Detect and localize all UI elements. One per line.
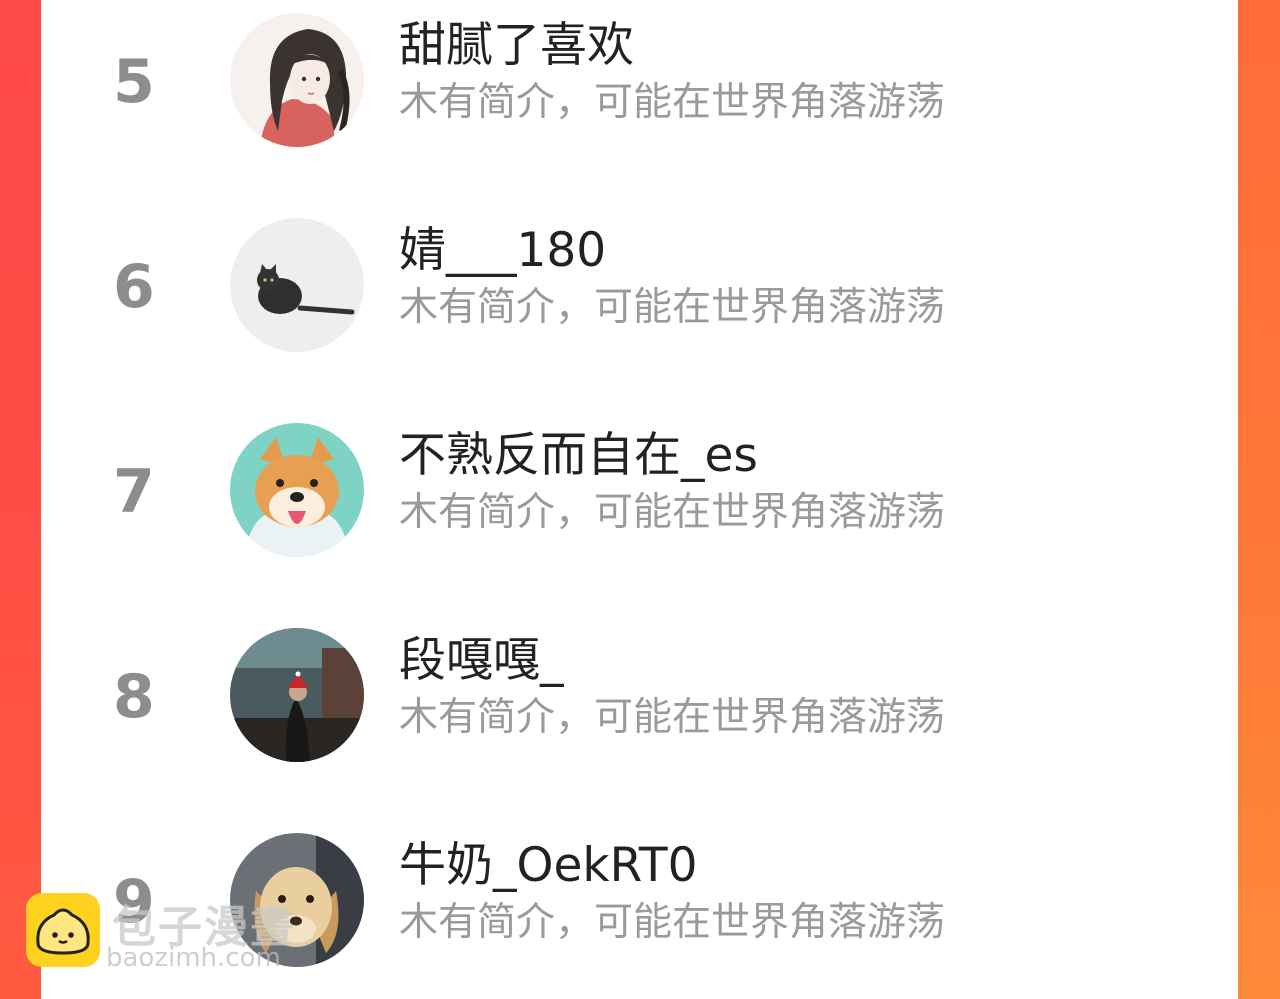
right-border xyxy=(1238,0,1280,999)
user-name[interactable]: 甜腻了喜欢 xyxy=(399,20,634,72)
user-name[interactable]: 婧___180 xyxy=(399,225,606,277)
user-bio: 木有简介，可能在世界角落游荡 xyxy=(399,80,946,125)
user-bio: 木有简介，可能在世界角落游荡 xyxy=(399,695,946,740)
shiba-dog-avatar[interactable] xyxy=(230,423,364,557)
rank-number: 7 xyxy=(113,457,155,527)
watermark-url: baozimh.com xyxy=(106,943,281,973)
rank-number: 5 xyxy=(113,47,155,117)
list-item[interactable]: 6 婧___180 木有简介，可能在世界角落游荡 xyxy=(41,205,1238,365)
user-name[interactable]: 段嘎嘎_ xyxy=(399,635,564,687)
ranking-panel: 5 甜腻了喜欢 木有简介，可能在世界角落游荡 6 婧___180 木有简介，可能… xyxy=(41,0,1238,999)
rank-number: 8 xyxy=(113,662,155,732)
user-bio: 木有简介，可能在世界角落游荡 xyxy=(399,285,946,330)
bun-logo-icon xyxy=(26,893,100,967)
black-cat-avatar[interactable] xyxy=(230,218,364,352)
list-item[interactable]: 8 段嘎嘎_ 木有简介，可能在世界角落游荡 xyxy=(41,615,1238,775)
list-item[interactable]: 7 不熟反而自在_es 木有简介，可能在世界角落游荡 xyxy=(41,410,1238,570)
user-name[interactable]: 不熟反而自在_es xyxy=(399,430,758,482)
person-photo-avatar[interactable] xyxy=(230,628,364,762)
left-border xyxy=(0,0,41,999)
list-item[interactable]: 5 甜腻了喜欢 木有简介，可能在世界角落游荡 xyxy=(41,0,1238,160)
anime-girl-avatar[interactable] xyxy=(230,13,364,147)
user-bio: 木有简介，可能在世界角落游荡 xyxy=(399,900,946,945)
watermark: 包子漫畫 baozimh.com xyxy=(26,893,326,979)
rank-number: 6 xyxy=(113,252,155,322)
user-bio: 木有简介，可能在世界角落游荡 xyxy=(399,490,946,535)
user-name[interactable]: 牛奶_OekRT0 xyxy=(399,840,697,892)
